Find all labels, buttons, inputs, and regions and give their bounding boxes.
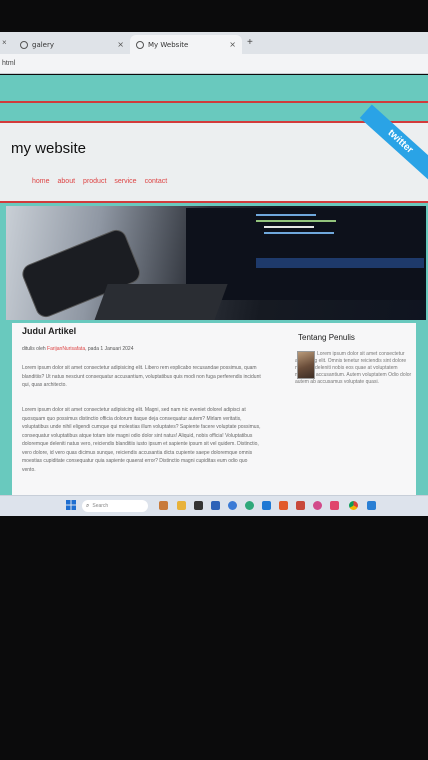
address-text: html (2, 60, 16, 67)
app-icon[interactable] (228, 501, 237, 510)
app-icon[interactable] (279, 501, 288, 510)
web-page: my website home about product service co… (0, 75, 428, 495)
windows-start-icon[interactable] (66, 500, 76, 510)
article-byline: ditulis oleh FarijanNurisafata, pada 1 J… (22, 346, 133, 352)
article-paragraph: Lorem ipsum dolor sit amet consectetur a… (22, 365, 261, 388)
site-header: my website home about product service co… (0, 104, 428, 203)
byline-date: , pada 1 Januari 2024 (85, 346, 134, 352)
edge-icon[interactable] (245, 501, 254, 510)
app-icon[interactable] (159, 501, 168, 510)
taskbar: ⌕ Search (0, 495, 428, 516)
main-nav: home about product service contact (32, 178, 167, 185)
author-photo (297, 351, 315, 379)
app-icon[interactable] (296, 501, 305, 510)
tab-my-website[interactable]: My Website × (130, 35, 242, 54)
close-tab-icon[interactable]: × (117, 40, 124, 49)
article-title: Judul Artikel (22, 326, 77, 336)
browser-tab-bar: × galery × My Website × + (0, 32, 428, 54)
instagram-icon[interactable] (330, 501, 339, 510)
tab-galery[interactable]: galery × (14, 35, 130, 54)
laptop-phone-illustration (22, 208, 426, 320)
nav-about-link[interactable]: about (58, 178, 76, 185)
hero-image (6, 206, 426, 320)
mail-icon[interactable] (262, 501, 271, 510)
vscode-icon[interactable] (367, 501, 376, 510)
app-icon[interactable] (177, 501, 186, 510)
author-link[interactable]: FarijanNurisafata (47, 346, 85, 352)
search-icon: ⌕ (86, 502, 90, 509)
divider-line (0, 101, 428, 103)
nav-service-link[interactable]: service (114, 178, 136, 185)
app-icon[interactable] (313, 501, 322, 510)
app-icon[interactable] (211, 501, 220, 510)
tab-label: galery (32, 40, 55, 49)
app-icon[interactable] (194, 501, 203, 510)
content-area: Judul Artikel ditulis oleh FarijanNurisa… (12, 323, 416, 495)
close-icon[interactable]: × (2, 38, 7, 47)
twitter-ribbon[interactable]: twitter (359, 104, 428, 180)
sidebar-title: Tentang Penulis (298, 333, 355, 342)
site-title: my website (11, 140, 87, 157)
nav-home-link[interactable]: home (32, 178, 50, 185)
nav-contact-link[interactable]: contact (145, 178, 168, 185)
byline-prefix: ditulis oleh (22, 346, 46, 352)
nav-product-link[interactable]: product (83, 178, 106, 185)
chrome-icon[interactable] (349, 501, 358, 510)
taskbar-search[interactable]: ⌕ Search (82, 500, 148, 512)
tab-label: My Website (148, 40, 189, 49)
globe-icon (136, 40, 144, 49)
search-placeholder: Search (92, 503, 109, 509)
close-tab-icon[interactable]: × (229, 40, 236, 49)
address-bar[interactable]: html (0, 54, 428, 74)
article-paragraph: Lorem ipsum dolor sit amet consectetur a… (22, 407, 261, 473)
globe-icon (20, 40, 28, 49)
new-tab-button[interactable]: + (247, 37, 253, 48)
